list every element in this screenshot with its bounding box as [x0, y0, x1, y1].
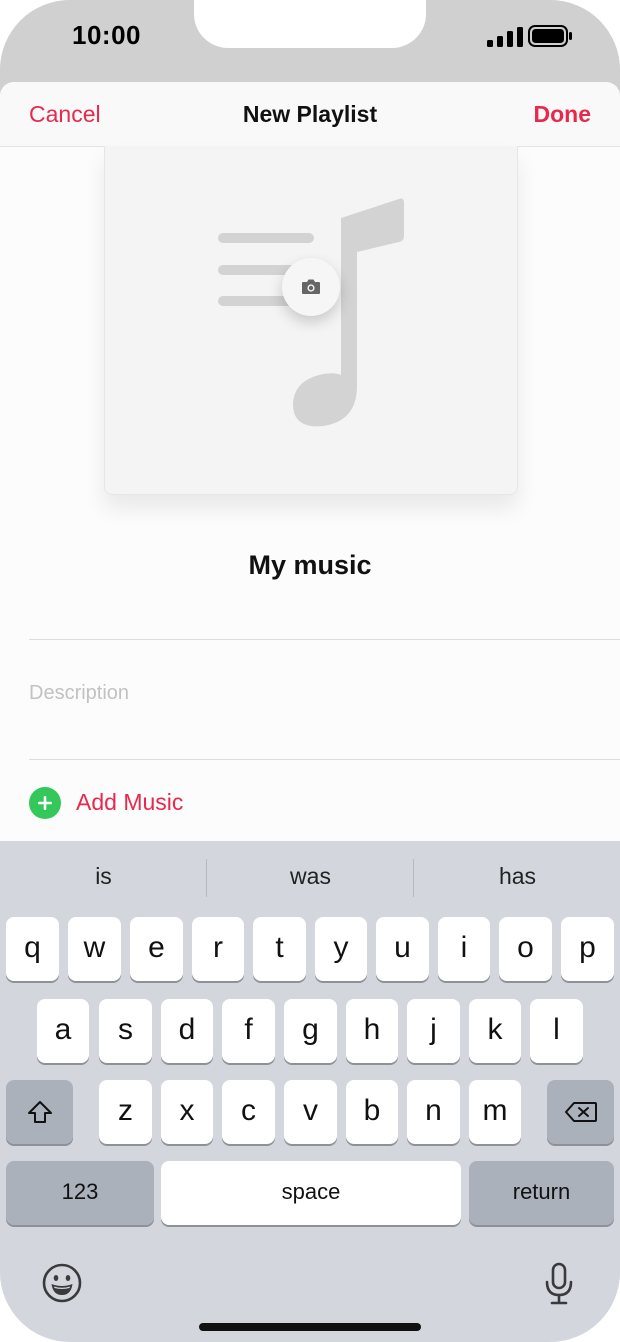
key-y[interactable]: y [315, 917, 367, 981]
emoji-icon[interactable] [42, 1263, 82, 1303]
key-z[interactable]: z [99, 1080, 152, 1144]
key-o[interactable]: o [499, 917, 552, 981]
shift-icon [27, 1101, 52, 1123]
key-m[interactable]: m [469, 1080, 521, 1144]
key-v[interactable]: v [284, 1080, 337, 1144]
divider [29, 759, 620, 760]
numbers-key[interactable]: 123 [6, 1161, 154, 1225]
key-a[interactable]: a [37, 999, 89, 1063]
key-e[interactable]: e [130, 917, 183, 981]
key-h[interactable]: h [346, 999, 398, 1063]
keyboard: is was has q w e r t y u i o p a s d f g… [0, 841, 620, 1342]
phone-screen: 10:00 Cancel New Playlist Done My music … [0, 0, 620, 1342]
key-t[interactable]: t [253, 917, 306, 981]
page-title: New Playlist [242, 101, 378, 127]
key-i[interactable]: i [438, 917, 490, 981]
delete-icon [564, 1102, 597, 1122]
key-q[interactable]: q [6, 917, 59, 981]
key-c[interactable]: c [222, 1080, 275, 1144]
microphone-icon[interactable] [543, 1262, 575, 1306]
suggestion-3[interactable]: has [414, 863, 620, 890]
key-b[interactable]: b [346, 1080, 398, 1144]
key-r[interactable]: r [192, 917, 244, 981]
return-key[interactable]: return [469, 1161, 614, 1225]
key-p[interactable]: p [561, 917, 614, 981]
plus-icon [29, 787, 61, 819]
home-indicator[interactable] [199, 1323, 421, 1331]
battery-icon [528, 25, 572, 47]
status-time: 10:00 [72, 20, 141, 50]
status-bar: 10:00 [0, 0, 620, 82]
key-x[interactable]: x [161, 1080, 213, 1144]
playlist-name-field[interactable]: My music [0, 550, 620, 581]
suggestion-bar: is was has [0, 841, 620, 915]
playlist-artwork[interactable] [104, 146, 518, 495]
key-u[interactable]: u [376, 917, 429, 981]
suggestion-1[interactable]: is [0, 863, 207, 890]
navigation-bar: Cancel New Playlist Done [0, 82, 620, 147]
camera-icon [302, 279, 320, 294]
key-n[interactable]: n [407, 1080, 460, 1144]
key-l[interactable]: l [530, 999, 583, 1063]
key-g[interactable]: g [284, 999, 337, 1063]
description-field[interactable]: Description [29, 682, 129, 705]
camera-button[interactable] [282, 258, 340, 316]
signal-icon [487, 27, 523, 47]
done-button[interactable]: Done [534, 101, 592, 128]
key-d[interactable]: d [161, 999, 213, 1063]
suggestion-2[interactable]: was [207, 863, 414, 890]
shift-key[interactable] [6, 1080, 73, 1144]
key-s[interactable]: s [99, 999, 152, 1063]
key-j[interactable]: j [407, 999, 460, 1063]
notch [194, 0, 426, 48]
add-music-label: Add Music [76, 789, 184, 815]
delete-key[interactable] [547, 1080, 614, 1144]
key-f[interactable]: f [222, 999, 275, 1063]
playlist-placeholder-icon [218, 198, 404, 427]
divider [29, 639, 620, 640]
space-key[interactable]: space [161, 1161, 461, 1225]
key-k[interactable]: k [469, 999, 521, 1063]
key-w[interactable]: w [68, 917, 121, 981]
